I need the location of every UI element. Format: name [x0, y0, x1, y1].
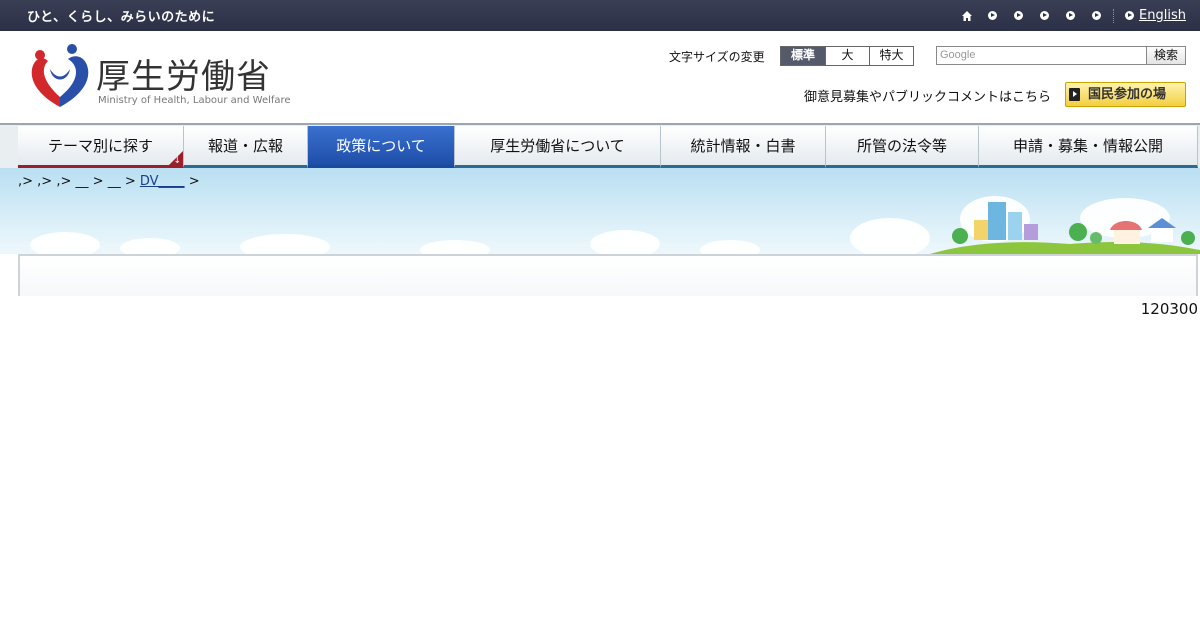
global-nav: テーマ別に探す ↓ 報道・広報 政策について 厚生労働省について 統計情報・白書… [0, 123, 1200, 168]
utility-link-1-icon[interactable] [987, 10, 998, 21]
utility-link-5-icon[interactable] [1091, 10, 1102, 21]
cloud-decoration [240, 234, 330, 254]
utility-nav: English [961, 0, 1186, 31]
font-size-xlarge-button[interactable]: 特大 [869, 47, 913, 65]
nav-item-label: 所管の法令等 [856, 137, 947, 155]
town-illustration-icon [930, 202, 1200, 254]
arrow-right-icon [1069, 88, 1080, 101]
site-header: 厚生労働省 Ministry of Health, Labour and Wel… [0, 31, 1200, 123]
font-size-large-button[interactable]: 大 [825, 47, 869, 65]
breadcrumb-separator[interactable]: __ > [76, 174, 104, 189]
utility-link-3-icon[interactable] [1039, 10, 1050, 21]
top-bar: ひと、くらし、みらいのために English [0, 0, 1200, 31]
arrow-down-icon: ↓ [173, 156, 181, 166]
nav-item-label: 申請・募集・情報公開 [1012, 137, 1163, 155]
breadcrumb-separator: > [188, 174, 200, 189]
cloud-decoration [850, 218, 930, 254]
english-link[interactable]: English [1124, 8, 1186, 23]
nav-item-laws[interactable]: 所管の法令等 [826, 126, 979, 168]
public-participation-label: 国民参加の場 [1088, 87, 1167, 102]
cloud-decoration [420, 240, 490, 254]
site-tagline: ひと、くらし、みらいのために [27, 10, 216, 25]
cloud-decoration [30, 232, 100, 254]
nav-item-label: 政策について [336, 137, 426, 155]
search-button[interactable]: 検索 [1146, 46, 1186, 65]
utility-separator [1113, 8, 1115, 23]
public-participation-button[interactable]: 国民参加の場 [1065, 82, 1186, 107]
logo-title: 厚生労働省 [96, 57, 271, 97]
nav-item-policy[interactable]: 政策について [308, 126, 455, 168]
breadcrumb-separator[interactable]: __ > [108, 174, 136, 189]
logo-subtitle: Ministry of Health, Labour and Welfare [98, 95, 291, 106]
breadcrumb-separator[interactable]: ,> [37, 174, 52, 189]
nav-item-label: 統計情報・白書 [690, 137, 796, 155]
nav-item-applications[interactable]: 申請・募集・情報公開 [979, 126, 1198, 168]
font-size-label: 文字サイズの変更 [669, 50, 765, 64]
logo-emblem-icon [31, 44, 89, 107]
font-size-standard-button[interactable]: 標準 [781, 47, 825, 65]
english-link-label: English [1139, 8, 1186, 23]
cloud-decoration [700, 240, 760, 254]
breadcrumb-separator[interactable]: ,> [18, 174, 33, 189]
breadcrumb-separator[interactable]: ,> [56, 174, 71, 189]
home-icon[interactable] [961, 10, 973, 22]
breadcrumb-link-dv[interactable]: DV____ [140, 174, 185, 189]
nav-item-theme[interactable]: テーマ別に探す ↓ [18, 126, 184, 168]
arrow-circle-icon [1124, 10, 1135, 21]
mhlw-logo[interactable]: 厚生労働省 Ministry of Health, Labour and Wel… [28, 43, 291, 113]
nav-item-label: テーマ別に探す [47, 137, 153, 155]
nav-item-about[interactable]: 厚生労働省について [455, 126, 661, 168]
nav-item-label: 報道・広報 [207, 137, 283, 155]
nav-item-statistics[interactable]: 統計情報・白書 [661, 126, 826, 168]
public-comment-link[interactable]: 御意見募集やパブリックコメントはこちら [804, 86, 1051, 105]
nav-item-press[interactable]: 報道・広報 [184, 126, 308, 168]
search-input[interactable]: Google [936, 46, 1148, 65]
nav-item-label: 厚生労働省について [490, 137, 625, 155]
page-counter: 120300 [1140, 300, 1198, 318]
cloud-decoration [120, 238, 180, 254]
breadcrumb: ,> ,> ,> __ > __ > DV____ > [18, 174, 200, 189]
content-panel [18, 254, 1198, 296]
font-size-switcher: 標準 大 特大 [780, 46, 914, 66]
cloud-decoration [590, 230, 660, 254]
utility-link-2-icon[interactable] [1013, 10, 1024, 21]
utility-link-4-icon[interactable] [1065, 10, 1076, 21]
